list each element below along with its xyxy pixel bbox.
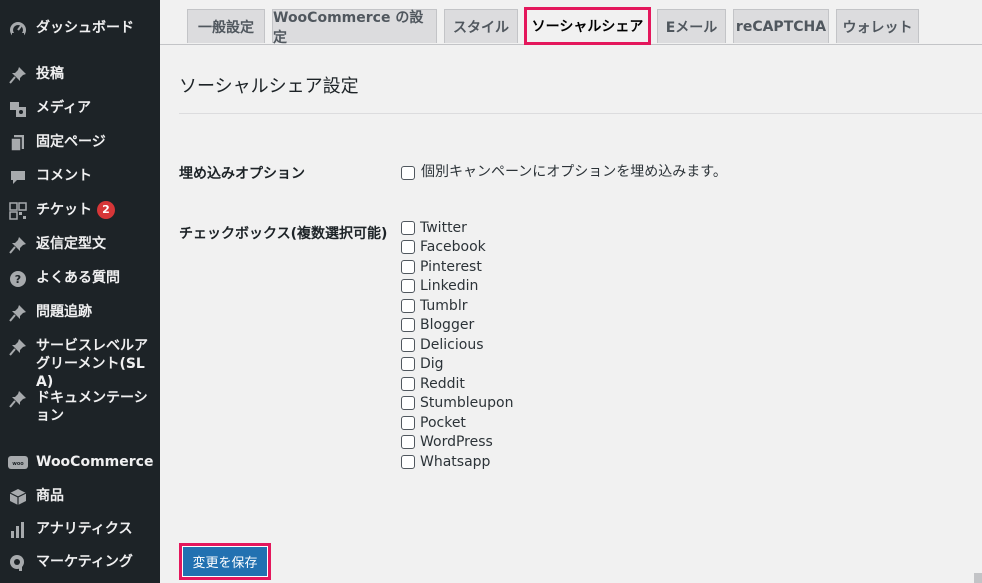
- notification-badge: 2: [97, 201, 115, 219]
- checkbox-dig[interactable]: [401, 357, 415, 371]
- comment-icon: [8, 168, 28, 186]
- grid-icon: [8, 202, 28, 220]
- sidebar-item-label: サービスレベルアグリーメント(SLA): [36, 338, 148, 390]
- checkbox-wordpress[interactable]: [401, 435, 415, 449]
- sidebar-item-label-wrap: チケット 2: [36, 201, 156, 219]
- checkbox-label-delicious: Delicious: [420, 337, 484, 353]
- checkbox-label-whatsapp: Whatsapp: [420, 454, 491, 470]
- tab-recaptcha[interactable]: reCAPTCHA: [733, 9, 829, 43]
- sidebar-item-label: メディア: [36, 100, 92, 116]
- sidebar-item-label: チケット: [36, 202, 92, 218]
- checkbox-label-reddit: Reddit: [420, 376, 465, 392]
- checkbox-delicious[interactable]: [401, 338, 415, 352]
- tab-wallet[interactable]: ウォレット: [836, 9, 919, 43]
- media-icon: [8, 100, 28, 118]
- save-changes-button[interactable]: 変更を保存: [179, 543, 271, 580]
- checkbox-label-stumbleupon: Stumbleupon: [420, 395, 514, 411]
- checkbox-whatsapp[interactable]: [401, 455, 415, 469]
- tab-email[interactable]: Eメール: [657, 9, 726, 43]
- sidebar-item-label: アナリティクス: [36, 521, 133, 537]
- admin-sidebar: ダッシュボード 投稿 メディア 固定ページ コメント チケット 2 返信定型文 …: [0, 0, 160, 583]
- checkbox-blogger[interactable]: [401, 318, 415, 332]
- embed-option-checkbox[interactable]: [401, 166, 415, 180]
- checkbox-label-linkedin: Linkedin: [420, 278, 479, 294]
- pin-icon: [8, 304, 28, 322]
- sidebar-item-label: よくある質問: [36, 270, 120, 286]
- sidebar-item-label: 商品: [36, 488, 64, 504]
- sidebar-item-label: 返信定型文: [36, 236, 106, 252]
- box-icon: [8, 488, 28, 506]
- sidebar-item-label: マーケティング: [36, 554, 133, 570]
- divider: [179, 113, 982, 114]
- checkbox-label-twitter: Twitter: [420, 220, 467, 236]
- pin-icon: [8, 236, 28, 254]
- tab-style[interactable]: スタイル: [444, 9, 518, 43]
- main-content: 一般設定 WooCommerce の設定 スタイル ソーシャルシェア Eメール …: [160, 0, 982, 583]
- sidebar-item-label: 固定ページ: [36, 134, 106, 150]
- save-button-label: 変更を保存: [182, 546, 268, 577]
- help-icon: ?: [8, 270, 28, 288]
- tab-woocommerce-settings[interactable]: WooCommerce の設定: [272, 9, 437, 46]
- pin-icon: [8, 338, 28, 356]
- checkbox-reddit[interactable]: [401, 377, 415, 391]
- svg-text:woo: woo: [12, 461, 24, 467]
- checkbox-label-pinterest: Pinterest: [420, 259, 482, 275]
- svg-text:?: ?: [15, 273, 21, 286]
- embed-option-text: 個別キャンペーンにオプションを埋め込みます。: [421, 164, 727, 180]
- pin-icon: [8, 66, 28, 84]
- checkbox-label-tumblr: Tumblr: [420, 298, 468, 314]
- checkbox-label-facebook: Facebook: [420, 239, 486, 255]
- checkbox-label-pocket: Pocket: [420, 415, 466, 431]
- settings-tab-bar: 一般設定 WooCommerce の設定 スタイル ソーシャルシェア Eメール …: [160, 0, 982, 46]
- sidebar-item-label: 投稿: [36, 66, 64, 82]
- dashboard-icon: [8, 20, 28, 38]
- checkbox-label-blogger: Blogger: [420, 317, 475, 333]
- sidebar-item-label: ダッシュボード: [36, 20, 134, 36]
- sidebar-item-label: ドキュメンテーション: [36, 390, 148, 424]
- checkbox-tumblr[interactable]: [401, 299, 415, 313]
- page-title: ソーシャルシェア設定: [179, 76, 359, 97]
- checkbox-group-label: チェックボックス(複数選択可能): [179, 226, 388, 242]
- embed-option-label: 埋め込みオプション: [179, 166, 305, 182]
- checkbox-label-dig: Dig: [420, 356, 444, 372]
- sidebar-item-label: 問題追跡: [36, 304, 92, 320]
- checkbox-stumbleupon[interactable]: [401, 396, 415, 410]
- checkbox-pinterest[interactable]: [401, 260, 415, 274]
- bar-chart-icon: [8, 521, 28, 539]
- checkbox-label-wordpress: WordPress: [420, 434, 493, 450]
- checkbox-pocket[interactable]: [401, 416, 415, 430]
- page-icon: [8, 134, 28, 152]
- checkbox-linkedin[interactable]: [401, 279, 415, 293]
- checkbox-twitter[interactable]: [401, 221, 415, 235]
- sidebar-item-label: コメント: [36, 168, 92, 184]
- checkbox-facebook[interactable]: [401, 240, 415, 254]
- tab-general[interactable]: 一般設定: [187, 9, 265, 43]
- sidebar-item-label: WooCommerce: [36, 454, 154, 470]
- pin-icon: [8, 390, 28, 408]
- scrollbar-corner: [974, 573, 982, 583]
- megaphone-icon: [8, 554, 28, 572]
- woo-icon: woo: [8, 454, 28, 472]
- tab-social-share[interactable]: ソーシャルシェア: [524, 7, 651, 45]
